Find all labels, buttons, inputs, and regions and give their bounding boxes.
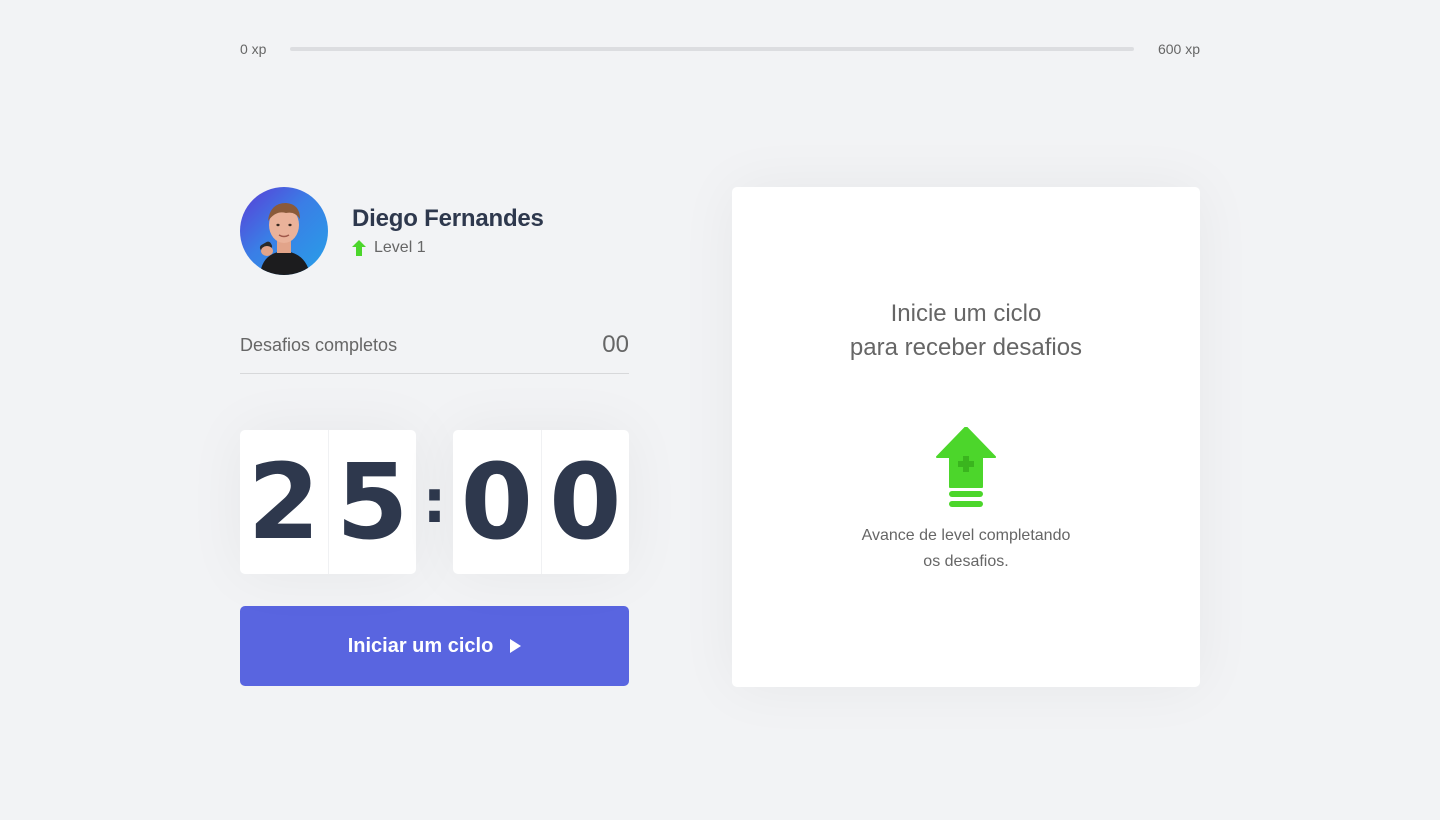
challenge-box-title: Inicie um ciclo para receber desafios [850,297,1082,365]
challenge-box-title-line1: Inicie um ciclo [890,300,1042,327]
start-cycle-button-label: Iniciar um ciclo [347,634,494,657]
experience-bar: 0 xp 600 xp [240,40,1200,58]
minutes-ones-digit: 5 [327,430,417,574]
left-column: Diego Fernandes Level 1 Desafios complet… [240,187,629,686]
avatar-photo-icon [259,203,310,275]
challenge-box: Inicie um ciclo para receber desafios Av… [732,187,1200,687]
seconds-ones-digit: 0 [540,430,630,574]
seconds-tens-digit: 0 [460,441,533,563]
start-cycle-button[interactable]: Iniciar um ciclo [240,606,629,686]
countdown: 2 5 : 0 0 [240,430,629,574]
countdown-minutes: 2 5 [240,430,416,574]
play-icon [510,639,522,653]
completed-challenges-count: 00 [602,331,629,358]
level-up-arrow-icon [352,240,366,256]
completed-challenges: Desafios completos 00 [240,331,629,374]
profile: Diego Fernandes Level 1 [240,187,629,275]
challenge-box-title-line2: para receber desafios [849,334,1083,361]
countdown-seconds: 0 0 [453,430,629,574]
minutes-tens-digit: 2 [247,441,320,563]
avatar [240,187,328,275]
challenge-box-text: Avance de level completando os desafios. [862,523,1071,575]
profile-level-label: Level 1 [374,239,426,256]
challenge-box-text-line1: Avance de level completando [861,527,1071,544]
xp-progress-track [290,47,1134,51]
xp-min-label: 0 xp [240,41,267,57]
countdown-separator: : [422,467,447,537]
profile-name: Diego Fernandes [352,205,544,232]
xp-max-label: 600 xp [1157,41,1200,57]
level-up-icon [936,427,996,507]
challenge-box-text-line2: os desafios. [923,553,1009,570]
completed-challenges-label: Desafios completos [240,334,398,355]
profile-level: Level 1 [352,239,544,257]
profile-info: Diego Fernandes Level 1 [352,205,544,257]
